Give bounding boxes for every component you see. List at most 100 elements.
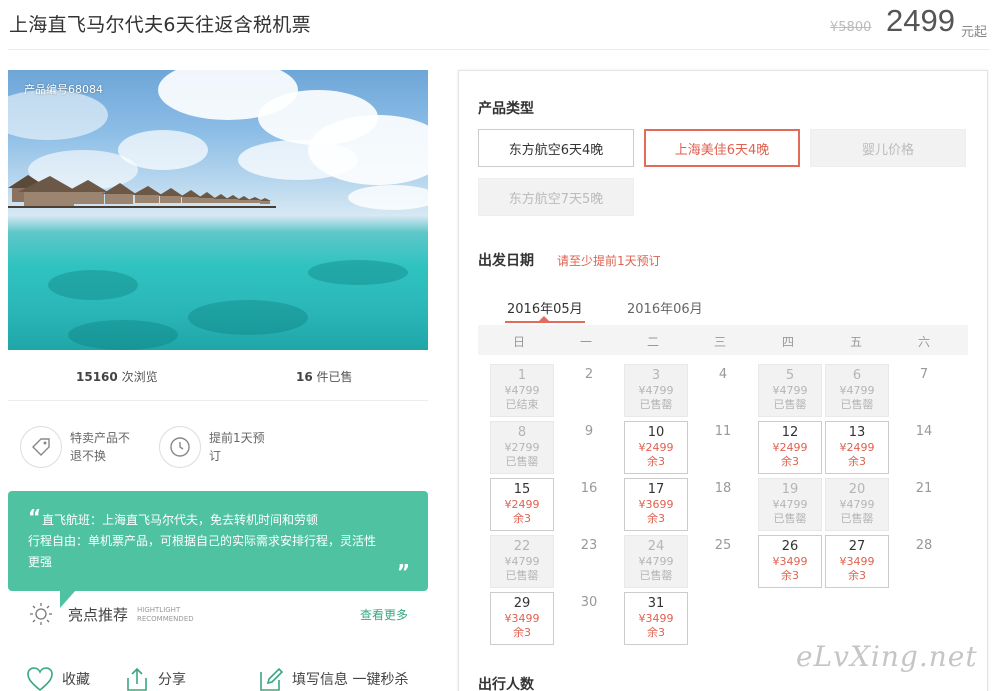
calendar-day-24: 24 ¥4799 已售罄 — [624, 535, 688, 588]
day-price: ¥4799 — [772, 384, 808, 397]
day-number: 22 — [513, 539, 531, 554]
feature-text: 特卖产品不退不换 — [70, 431, 131, 463]
day-number: 23 — [580, 538, 598, 553]
share-label: 分享 — [158, 672, 186, 688]
share-icon — [127, 667, 147, 691]
day-status: 余3 — [848, 569, 866, 582]
calendar-day-25: 25 — [691, 535, 755, 588]
day-number: 12 — [781, 425, 799, 440]
header-divider — [8, 49, 990, 50]
weekday-label: 日 — [512, 335, 525, 349]
weekday-label: 五 — [849, 335, 862, 349]
day-price: ¥4799 — [839, 498, 875, 511]
travelers-title: 出行人数 — [478, 677, 534, 691]
day-price: ¥3499 — [839, 555, 875, 568]
stats-divider — [8, 400, 428, 401]
sun-icon — [28, 601, 54, 631]
day-number: 17 — [647, 482, 665, 497]
day-status: 余3 — [781, 569, 799, 582]
product-type-option-4: 东方航空7天5晚 — [478, 178, 634, 216]
day-number: 16 — [580, 481, 598, 496]
day-status: 已售罄 — [840, 398, 874, 411]
day-price: ¥3499 — [772, 555, 808, 568]
views-label: 次浏览 — [121, 370, 158, 384]
calendar-day-31[interactable]: 31 ¥3499 余3 — [624, 592, 688, 645]
heart-icon — [27, 667, 53, 691]
open-quote: “ — [28, 505, 42, 529]
calendar-day-18: 18 — [691, 478, 755, 531]
calendar-day-6: 6 ¥4799 已售罄 — [825, 364, 889, 417]
day-price: ¥4799 — [638, 384, 674, 397]
day-price: ¥2499 — [772, 441, 808, 454]
day-status: 已售罄 — [639, 398, 673, 411]
calendar-day-13[interactable]: 13 ¥2499 余3 — [825, 421, 889, 474]
calendar-day-29[interactable]: 29 ¥3499 余3 — [490, 592, 554, 645]
calendar-day-26[interactable]: 26 ¥3499 余3 — [758, 535, 822, 588]
day-number: 20 — [848, 482, 866, 497]
sold-label: 件已售 — [316, 370, 353, 384]
notice-line: 更强 — [28, 555, 53, 569]
day-number: 26 — [781, 539, 799, 554]
day-number: 29 — [513, 596, 531, 611]
calendar-day-27[interactable]: 27 ¥3499 余3 — [825, 535, 889, 588]
day-price: ¥4799 — [772, 498, 808, 511]
edit-icon — [260, 667, 284, 691]
notice-line: 直飞航班：上海直飞马尔代夫，免去转机时间和劳顿 — [42, 513, 319, 527]
day-status: 余3 — [647, 626, 665, 639]
calendar-day-17[interactable]: 17 ¥3699 余3 — [624, 478, 688, 531]
tab-month-may[interactable]: 2016年05月 — [507, 298, 583, 317]
day-price: ¥3499 — [638, 612, 674, 625]
site-watermark: eLvXing.net — [796, 640, 978, 673]
day-number: 15 — [513, 482, 531, 497]
day-number: 3 — [651, 368, 661, 383]
views-stat: 15160 次浏览 — [76, 368, 158, 385]
highlight-subtitle: HIGHTLIGHT RECOMMENDED — [137, 606, 194, 624]
day-number: 27 — [848, 539, 866, 554]
calendar-day-12[interactable]: 12 ¥2499 余3 — [758, 421, 822, 474]
day-price: ¥2499 — [638, 441, 674, 454]
feature-text: 提前1天预订 — [209, 431, 265, 463]
favorite-button[interactable]: 收藏 — [26, 666, 90, 691]
day-status: 余3 — [647, 512, 665, 525]
day-number: 30 — [580, 595, 598, 610]
calendar-day-11: 11 — [691, 421, 755, 474]
day-price: ¥2499 — [839, 441, 875, 454]
day-price: ¥4799 — [504, 384, 540, 397]
highlight-notice: “ 直飞航班：上海直飞马尔代夫，免去转机时间和劳顿 行程自由：单机票产品，可根据… — [8, 491, 428, 591]
day-status: 已售罄 — [773, 512, 807, 525]
calendar-day-8: 8 ¥2799 已售罄 — [490, 421, 554, 474]
calendar-day-16: 16 — [557, 478, 621, 531]
day-number: 5 — [785, 368, 795, 383]
calendar-day-10[interactable]: 10 ¥2499 余3 — [624, 421, 688, 474]
month-tab-underline — [505, 321, 585, 323]
highlight-en-line: HIGHTLIGHT — [137, 606, 181, 614]
calendar-day-14: 14 — [892, 421, 956, 474]
product-type-option-3: 婴儿价格 — [810, 129, 966, 167]
feature-no-refund: 特卖产品不退不换 — [20, 426, 136, 468]
day-number: 18 — [714, 481, 732, 496]
weekday-label: 四 — [781, 335, 794, 349]
share-button[interactable]: 分享 — [124, 666, 186, 691]
sold-count: 16 — [296, 370, 313, 384]
day-number: 4 — [718, 367, 728, 382]
calendar-day-20: 20 ¥4799 已售罄 — [825, 478, 889, 531]
tab-month-june[interactable]: 2016年06月 — [627, 298, 703, 317]
day-number: 7 — [919, 367, 929, 382]
sold-stat: 16 件已售 — [296, 368, 353, 385]
tag-icon — [20, 426, 62, 468]
departure-date-title: 出发日期 — [478, 253, 534, 269]
see-more-link[interactable]: 查看更多 — [360, 606, 408, 623]
product-code-label: 产品编号68084 — [24, 83, 103, 96]
product-type-option-2[interactable]: 上海美佳6天4晚 — [644, 129, 800, 167]
product-type-title: 产品类型 — [478, 101, 534, 117]
day-price: ¥3499 — [504, 612, 540, 625]
fill-info-button[interactable]: 填写信息 一键秒杀 — [258, 666, 408, 691]
calendar-day-15[interactable]: 15 ¥2499 余3 — [490, 478, 554, 531]
day-number: 11 — [714, 424, 732, 439]
day-status: 余3 — [647, 455, 665, 468]
product-type-option-1[interactable]: 东方航空6天4晚 — [478, 129, 634, 167]
day-status: 已售罄 — [505, 455, 539, 468]
calendar-day-4: 4 — [691, 364, 755, 417]
calendar-day-19: 19 ¥4799 已售罄 — [758, 478, 822, 531]
weekday-label: 三 — [713, 335, 726, 349]
